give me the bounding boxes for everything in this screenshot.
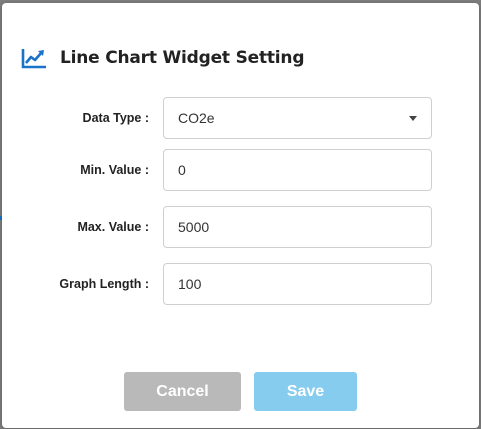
dialog-title: Line Chart Widget Setting xyxy=(60,48,305,68)
data-type-value: CO2e xyxy=(178,110,215,126)
cancel-button[interactable]: Cancel xyxy=(124,372,241,411)
min-value-label: Min. Value : xyxy=(80,163,149,177)
max-value-row: Max. Value : xyxy=(2,206,479,248)
data-type-label: Data Type : xyxy=(82,111,149,125)
widget-settings-dialog: Line Chart Widget Setting Data Type : CO… xyxy=(2,3,479,428)
dialog-header: Line Chart Widget Setting xyxy=(20,43,305,73)
save-button[interactable]: Save xyxy=(254,372,357,411)
graph-length-input[interactable] xyxy=(163,263,432,305)
min-value-row: Min. Value : xyxy=(2,149,479,191)
graph-length-row: Graph Length : xyxy=(2,263,479,305)
chevron-down-icon xyxy=(409,115,417,121)
data-type-row: Data Type : CO2e xyxy=(2,97,479,139)
graph-length-label: Graph Length : xyxy=(59,277,149,291)
data-type-select[interactable]: CO2e xyxy=(163,97,432,139)
line-chart-icon xyxy=(20,47,48,69)
min-value-input[interactable] xyxy=(163,149,432,191)
max-value-label: Max. Value : xyxy=(77,220,149,234)
max-value-input[interactable] xyxy=(163,206,432,248)
